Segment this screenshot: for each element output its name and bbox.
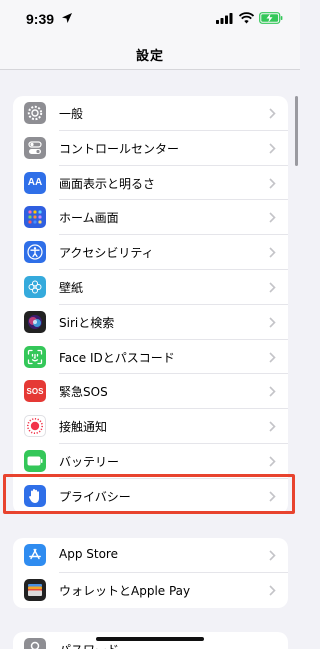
face-id-icon xyxy=(24,345,46,368)
settings-row-face-id-passcode[interactable]: Face IDとパスコード xyxy=(13,340,288,375)
chevron-right-icon xyxy=(269,178,276,189)
settings-row-display-brightness[interactable]: AA 画面表示と明るさ xyxy=(13,166,288,201)
settings-group-store: App Store ウォレットとApple Pay xyxy=(13,538,288,608)
settings-row-emergency-sos[interactable]: SOS 緊急SOS xyxy=(13,374,288,410)
status-bar: 9:39 xyxy=(0,0,300,38)
navigation-bar: 設定 xyxy=(0,38,300,70)
settings-row-label: 画面表示と明るさ xyxy=(59,176,156,191)
settings-row-control-center[interactable]: コントロールセンター xyxy=(13,131,288,166)
settings-row-label: アクセシビリティ xyxy=(59,246,154,261)
signal-icon xyxy=(216,13,233,24)
home-grid-icon xyxy=(24,206,46,229)
battery-icon xyxy=(24,450,46,472)
settings-row-label: バッテリー xyxy=(59,455,120,469)
chevron-right-icon xyxy=(269,282,276,293)
settings-row-label: Siriと検索 xyxy=(59,315,115,330)
settings-row-label: パスワード xyxy=(59,641,119,649)
wallet-icon xyxy=(24,578,46,601)
chevron-right-icon xyxy=(269,550,276,561)
scroll-indicator xyxy=(295,96,298,166)
status-time: 9:39 xyxy=(26,11,55,27)
settings-group-main: 一般 コントロールセンター AA 画面表示と明るさ ホーム画面 アクセシビリティ… xyxy=(13,96,288,514)
key-icon xyxy=(24,638,46,649)
wallpaper-flower-icon xyxy=(24,276,46,298)
chevron-right-icon xyxy=(269,585,276,596)
settings-row-label: ホーム画面 xyxy=(59,211,119,226)
settings-row-label: ウォレットとApple Pay xyxy=(59,583,191,598)
chevron-right-icon xyxy=(269,421,276,432)
chevron-right-icon xyxy=(269,108,276,119)
chevron-right-icon xyxy=(269,143,276,154)
toggle-icon xyxy=(24,136,46,159)
chevron-right-icon xyxy=(269,456,276,467)
settings-row-label: 壁紙 xyxy=(59,281,84,295)
text-size-icon: AA xyxy=(24,171,46,194)
settings-row-label: コントロールセンター xyxy=(59,141,180,156)
settings-row-label: 緊急SOS xyxy=(59,385,108,400)
chevron-right-icon xyxy=(269,247,276,258)
home-indicator[interactable] xyxy=(96,637,204,641)
settings-row-label: App Store xyxy=(59,547,118,561)
settings-row-label: 一般 xyxy=(59,107,84,121)
settings-row-home-screen[interactable]: ホーム画面 xyxy=(13,200,288,236)
settings-row-accessibility[interactable]: アクセシビリティ xyxy=(13,235,288,270)
app-store-icon xyxy=(24,544,46,566)
chevron-right-icon xyxy=(269,352,276,363)
battery-charging-icon xyxy=(259,12,283,24)
chevron-right-icon xyxy=(269,212,276,223)
exposure-notification-icon xyxy=(24,415,46,438)
privacy-highlight-box xyxy=(3,474,295,514)
sos-icon: SOS xyxy=(24,380,46,403)
chevron-right-icon xyxy=(269,317,276,328)
page-title: 設定 xyxy=(135,49,164,64)
location-arrow-icon xyxy=(62,13,72,23)
settings-row-exposure-notification[interactable]: 接触通知 xyxy=(13,409,288,444)
settings-row-wallet-apple-pay[interactable]: ウォレットとApple Pay xyxy=(13,573,288,608)
siri-icon xyxy=(24,310,46,333)
settings-row-app-store[interactable]: App Store xyxy=(13,538,288,573)
settings-row-general[interactable]: 一般 xyxy=(13,96,288,131)
chevron-right-icon xyxy=(269,386,276,397)
wifi-icon xyxy=(239,12,254,24)
accessibility-icon xyxy=(24,241,46,264)
gear-icon xyxy=(24,102,46,124)
settings-row-wallpaper[interactable]: 壁紙 xyxy=(13,270,288,305)
settings-row-label: Face IDとパスコード xyxy=(59,350,175,365)
settings-row-siri-search[interactable]: Siriと検索 xyxy=(13,305,288,340)
settings-row-label: 接触通知 xyxy=(59,420,108,435)
